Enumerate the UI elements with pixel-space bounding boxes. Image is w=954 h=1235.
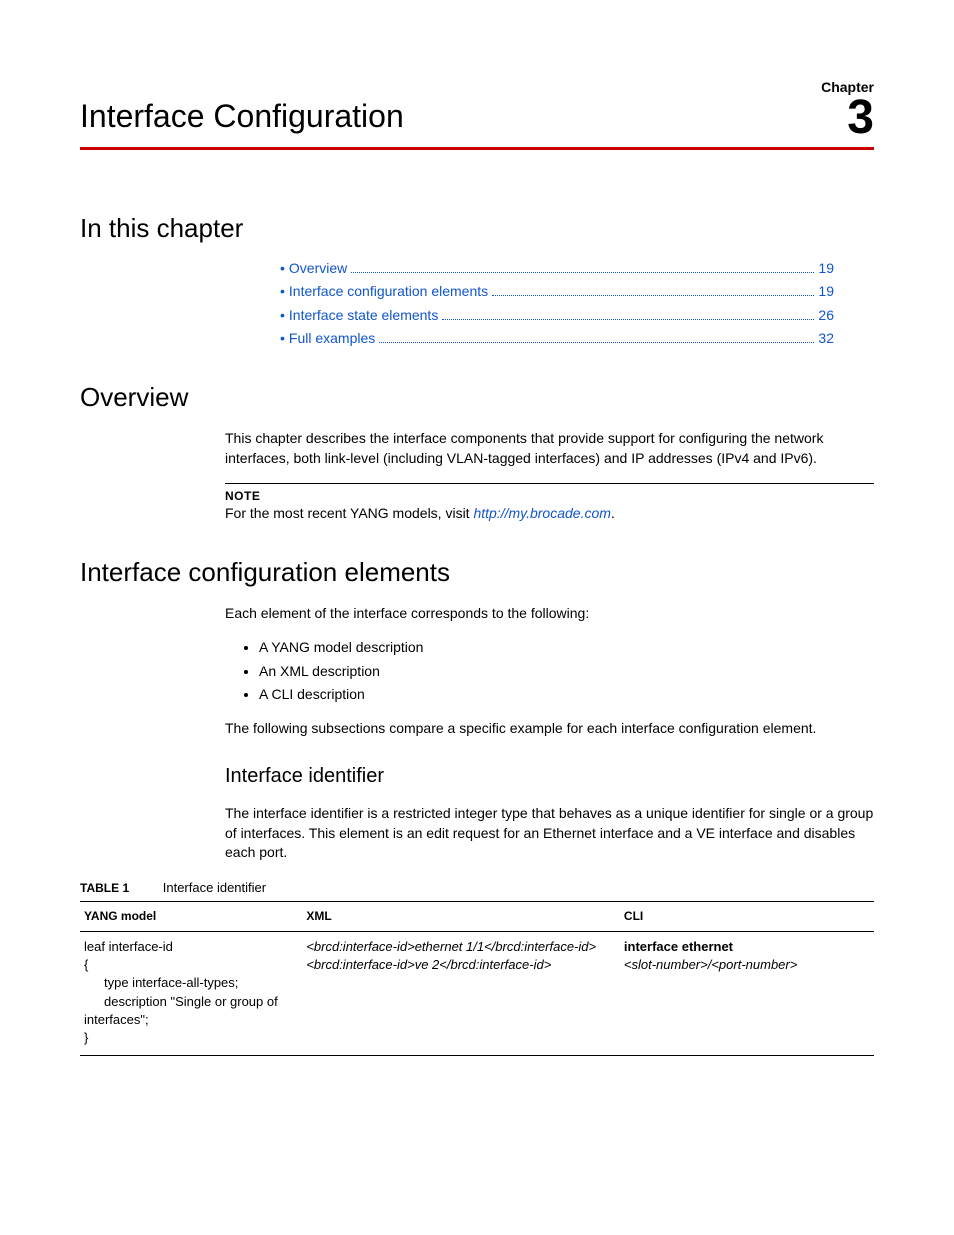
toc-leader-dots [442, 319, 814, 320]
col-xml: XML [302, 902, 620, 932]
iid-body: The interface identifier is a restricted… [225, 804, 874, 863]
chapter-number-block: Chapter 3 [821, 80, 874, 139]
toc-page: 19 [818, 282, 834, 302]
toc-leader-dots [492, 295, 814, 296]
list-item: A CLI description [259, 685, 874, 705]
toc-label: Overview [289, 259, 347, 279]
table1-caption: TABLE 1 Interface identifier [80, 879, 874, 897]
note-pre-text: For the most recent YANG models, visit [225, 505, 473, 521]
ice-outro: The following subsections compare a spec… [225, 719, 874, 739]
xml-line: <brcd:interface-id>ve 2</brcd:interface-… [306, 956, 616, 974]
cli-line: <slot-number>/<port-number> [624, 956, 870, 974]
cell-xml: <brcd:interface-id>ethernet 1/1</brcd:in… [302, 932, 620, 1056]
bullet-icon: • [280, 282, 285, 302]
chapter-title: Interface Configuration [80, 94, 404, 139]
toc-leader-dots [351, 272, 814, 273]
ice-bullet-list: A YANG model description An XML descript… [225, 638, 874, 705]
overview-heading: Overview [80, 379, 874, 415]
toc-label: Interface state elements [289, 306, 438, 326]
table1-caption-text: Interface identifier [163, 880, 266, 895]
col-yang: YANG model [80, 902, 302, 932]
ice-body: Each element of the interface correspond… [225, 604, 874, 738]
toc-label: Interface configuration elements [289, 282, 488, 302]
toc-item-full-examples[interactable]: • Full examples 32 [280, 329, 834, 349]
note-text: For the most recent YANG models, visit h… [225, 504, 874, 524]
toc-leader-dots [379, 342, 814, 343]
table1-label: TABLE 1 [80, 881, 129, 895]
toc-label: Full examples [289, 329, 375, 349]
bullet-icon: • [280, 329, 285, 349]
col-cli: CLI [620, 902, 874, 932]
yang-line: type interface-all-types; [104, 974, 298, 992]
note-post-text: . [611, 505, 615, 521]
in-this-chapter-heading: In this chapter [80, 210, 874, 246]
iid-heading: Interface identifier [225, 762, 874, 790]
yang-line: description "Single or group of [104, 993, 298, 1011]
chapter-number: 3 [821, 96, 874, 139]
toc-item-interface-config[interactable]: • Interface configuration elements 19 [280, 282, 834, 302]
toc-item-overview[interactable]: • Overview 19 [280, 259, 834, 279]
cell-yang: leaf interface-id { type interface-all-t… [80, 932, 302, 1056]
list-item: A YANG model description [259, 638, 874, 658]
bullet-icon: • [280, 259, 285, 279]
toc-page: 32 [818, 329, 834, 349]
yang-line: interfaces"; [84, 1011, 298, 1029]
toc-list: • Overview 19 • Interface configuration … [280, 259, 834, 349]
toc-page: 26 [818, 306, 834, 326]
toc-page: 19 [818, 259, 834, 279]
note-link[interactable]: http://my.brocade.com [473, 505, 610, 521]
cell-cli: interface ethernet <slot-number>/<port-n… [620, 932, 874, 1056]
table-row: leaf interface-id { type interface-all-t… [80, 932, 874, 1056]
note-block: NOTE For the most recent YANG models, vi… [225, 483, 874, 524]
xml-line: <brcd:interface-id>ethernet 1/1</brcd:in… [306, 938, 616, 956]
overview-paragraph: This chapter describes the interface com… [225, 429, 874, 468]
cli-line: interface ethernet [624, 938, 870, 956]
note-label: NOTE [225, 488, 874, 505]
table-header-row: YANG model XML CLI [80, 902, 874, 932]
chapter-header: Interface Configuration Chapter 3 [80, 80, 874, 150]
toc-item-interface-state[interactable]: • Interface state elements 26 [280, 306, 834, 326]
ice-intro: Each element of the interface correspond… [225, 604, 874, 624]
yang-line: { [84, 956, 298, 974]
yang-line: leaf interface-id [84, 938, 298, 956]
ice-heading: Interface configuration elements [80, 554, 874, 590]
yang-line: } [84, 1029, 298, 1047]
table1: YANG model XML CLI leaf interface-id { t… [80, 901, 874, 1056]
iid-paragraph: The interface identifier is a restricted… [225, 804, 874, 863]
overview-body: This chapter describes the interface com… [225, 429, 874, 524]
list-item: An XML description [259, 662, 874, 682]
bullet-icon: • [280, 306, 285, 326]
